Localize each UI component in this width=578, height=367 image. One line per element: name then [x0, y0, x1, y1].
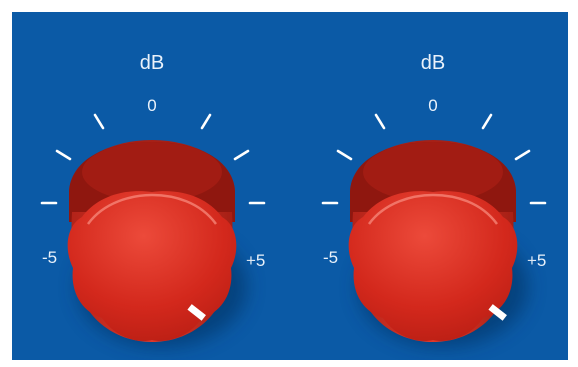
knob-group-right: dB 0 -5 +5: [293, 12, 568, 360]
tick-mark: [374, 113, 386, 130]
gain-knob-right[interactable]: [349, 137, 519, 352]
knob-group-left: dB 0 -5 +5: [12, 12, 292, 360]
tick-mark: [481, 113, 493, 130]
tick-mark: [200, 113, 212, 130]
tick-mark: [55, 149, 72, 161]
control-panel: dB 0 -5 +5 dB 0 -5 +5: [12, 12, 568, 360]
tick-mark: [336, 149, 353, 161]
tick-mark: [233, 149, 250, 161]
tick-mark: [514, 149, 531, 161]
gain-knob-left[interactable]: [68, 137, 238, 352]
tick-mark: [93, 113, 105, 130]
